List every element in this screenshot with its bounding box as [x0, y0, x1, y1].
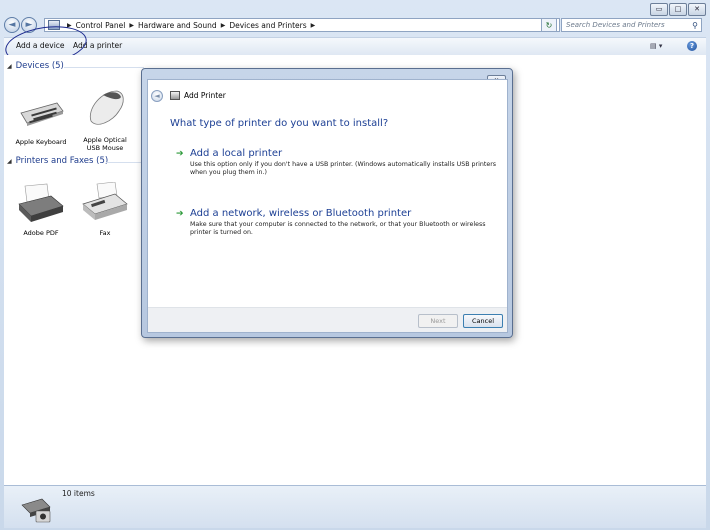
breadcrumb-devices-and-printers[interactable]: Devices and Printers — [229, 21, 306, 30]
printer-icon — [170, 91, 180, 100]
option-title[interactable]: Add a network, wireless or Bluetooth pri… — [190, 208, 411, 219]
mouse-icon — [89, 90, 124, 125]
devices-group-header[interactable]: ◢ Devices (5) — [7, 61, 64, 71]
printer-icon — [18, 183, 64, 222]
forward-button[interactable]: ► — [21, 17, 37, 33]
printers-group-header[interactable]: ◢ Printers and Faxes (5) — [7, 156, 108, 166]
refresh-icon: ↻ — [545, 20, 553, 30]
item-count: 10 items — [62, 489, 95, 498]
device-apple-optical-mouse[interactable]: Apple Optical USB Mouse — [76, 85, 134, 152]
green-arrow-icon: ➔ — [176, 209, 184, 219]
add-device-button[interactable]: Add a device — [16, 41, 65, 50]
maximize-button[interactable]: □ — [669, 3, 687, 16]
device-label-line2: USB Mouse — [86, 144, 124, 152]
option-description: Make sure that your computer is connecte… — [190, 221, 486, 236]
search-input[interactable]: Search Devices and Printers ⚲ — [561, 18, 702, 32]
devices-and-printers-window: ▭ □ ✕ ◄ ► ▶ Control Panel ▶ Hardware and… — [0, 0, 710, 530]
view-options-icon[interactable]: ▤ ▾ — [650, 42, 668, 51]
option-description: Use this option only if you don't have a… — [190, 161, 497, 176]
chevron-right-icon[interactable]: ▶ — [129, 22, 134, 29]
cancel-button[interactable]: Cancel — [463, 314, 503, 328]
dialog-question: What type of printer do you want to inst… — [170, 118, 389, 129]
breadcrumb-control-panel[interactable]: Control Panel — [76, 21, 126, 30]
refresh-button[interactable]: ↻ — [541, 18, 557, 32]
device-label: Adobe PDF — [23, 229, 59, 237]
search-icon[interactable]: ⚲ — [692, 20, 698, 32]
fax-icon — [82, 181, 128, 220]
add-printer-dialog: ✕ ◄ Add Printer What type of printer do … — [141, 68, 513, 338]
address-bar[interactable]: ▶ Control Panel ▶ Hardware and Sound ▶ D… — [44, 18, 560, 32]
printers-group-title: Printers and Faxes (5) — [15, 156, 109, 166]
back-button[interactable]: ◄ — [4, 17, 20, 33]
group-divider — [106, 162, 144, 163]
collapse-triangle-icon[interactable]: ◢ — [7, 158, 12, 165]
dialog-body: ◄ Add Printer What type of printer do yo… — [147, 79, 508, 333]
back-arrow-icon: ◄ — [8, 20, 16, 30]
device-label: Apple Optical — [83, 136, 127, 144]
dialog-footer: Next Cancel — [148, 307, 507, 332]
control-panel-icon — [48, 20, 60, 30]
chevron-right-icon[interactable]: ▶ — [221, 22, 226, 29]
device-apple-keyboard[interactable]: Apple Keyboard — [12, 91, 70, 146]
add-printer-button[interactable]: Add a printer — [73, 41, 122, 50]
search-placeholder: Search Devices and Printers — [566, 21, 665, 29]
devices-printers-icon — [21, 498, 51, 523]
status-bar: 10 items — [4, 485, 706, 528]
minimize-button[interactable]: ▭ — [650, 3, 668, 16]
green-arrow-icon: ➔ — [176, 149, 184, 159]
devices-group-title: Devices (5) — [15, 61, 64, 71]
navigation-row: ◄ ► ▶ Control Panel ▶ Hardware and Sound… — [4, 17, 706, 33]
dialog-title: Add Printer — [184, 91, 226, 100]
device-adobe-pdf[interactable]: Adobe PDF — [12, 182, 70, 237]
device-label: Fax — [99, 229, 111, 237]
option-title[interactable]: Add a local printer — [190, 148, 282, 159]
keyboard-icon — [20, 102, 64, 126]
device-label: Apple Keyboard — [15, 138, 67, 146]
caption-buttons: ▭ □ ✕ — [650, 3, 706, 16]
close-button[interactable]: ✕ — [688, 3, 706, 16]
next-button[interactable]: Next — [418, 314, 458, 328]
back-arrow-icon: ◄ — [154, 92, 160, 100]
breadcrumb-hardware-and-sound[interactable]: Hardware and Sound — [138, 21, 217, 30]
group-divider — [64, 67, 144, 68]
chevron-right-icon[interactable]: ▶ — [311, 22, 316, 29]
help-icon[interactable]: ? — [687, 41, 697, 51]
dialog-back-button[interactable]: ◄ — [151, 90, 163, 102]
chevron-right-icon[interactable]: ▶ — [67, 22, 72, 29]
command-toolbar: Add a device Add a printer ▤ ▾ ? — [4, 37, 706, 56]
device-fax[interactable]: Fax — [76, 181, 134, 237]
breadcrumb: ▶ Control Panel ▶ Hardware and Sound ▶ D… — [63, 21, 319, 30]
collapse-triangle-icon[interactable]: ◢ — [7, 63, 12, 70]
forward-arrow-icon: ► — [25, 20, 33, 30]
